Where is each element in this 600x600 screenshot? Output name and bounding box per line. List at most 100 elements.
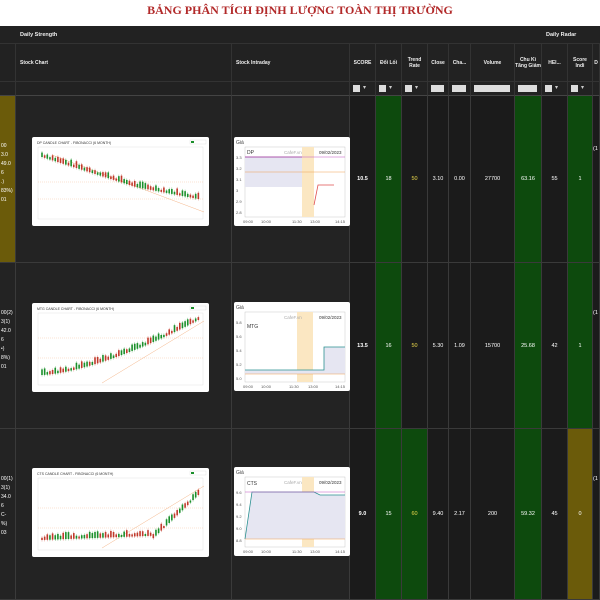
xtick: 09:00 xyxy=(243,219,254,224)
candle xyxy=(75,362,78,370)
candle xyxy=(123,348,125,355)
xtick: 14:15 xyxy=(335,219,346,224)
col-header-stock-chart[interactable]: Stock Chart xyxy=(16,44,232,82)
candle-chart-title: MTG CANDLE CHART - FIBONACCI (6 MONTH) xyxy=(37,307,114,311)
candle xyxy=(141,342,144,347)
intraday-symbol: CTS xyxy=(247,481,258,487)
intraday-chart[interactable]: Giá CTS CafeF.vn 09/02/2023 9.6 9.4 9.2 … xyxy=(234,467,350,556)
filter-checkbox[interactable] xyxy=(545,85,552,92)
filter-trend-rate[interactable]: ▾ xyxy=(402,82,428,96)
xtick: 10:00 xyxy=(261,384,272,389)
change-cell: 0.00 xyxy=(449,96,471,263)
candle xyxy=(126,349,128,354)
candle xyxy=(144,183,147,189)
col-header-stock-intraday[interactable]: Stock Intraday xyxy=(232,44,350,82)
candle xyxy=(149,337,152,344)
filter-input[interactable] xyxy=(452,85,466,92)
candle xyxy=(110,176,112,180)
filter-input[interactable] xyxy=(518,85,537,92)
candle-chart[interactable]: DP CANDLE CHART - FIBONACCI (6 MONTH) xyxy=(32,137,209,226)
candle xyxy=(139,344,141,348)
filter-dropdown-icon[interactable]: ▾ xyxy=(415,84,418,91)
col-header-doi-loi[interactable]: Đổi Lối xyxy=(376,44,402,82)
filter-score-indi[interactable]: ▾ xyxy=(568,82,593,96)
candle xyxy=(110,530,112,538)
filter-checkbox[interactable] xyxy=(379,85,386,92)
candle xyxy=(184,191,186,197)
filter-input[interactable] xyxy=(431,85,444,92)
col-header-left xyxy=(0,44,16,82)
price-area xyxy=(324,347,345,374)
intraday-ylabel: Giá xyxy=(236,140,244,146)
col-header-score-indi[interactable]: Score Indi xyxy=(568,44,593,82)
col-header-close[interactable]: Close xyxy=(428,44,449,82)
candle xyxy=(118,350,120,357)
stock-chart-cell: CTS CANDLE CHART - FIBONACCI (6 MONTH) xyxy=(16,429,232,600)
candle xyxy=(131,344,133,351)
candle xyxy=(192,320,194,323)
filter-change[interactable] xyxy=(449,82,471,96)
filter-left xyxy=(0,82,16,96)
filter-chu-ki[interactable] xyxy=(515,82,542,96)
intraday-watermark: CafeF.vn xyxy=(284,480,302,485)
candle xyxy=(189,194,192,198)
filter-dropdown-icon[interactable]: ▾ xyxy=(363,84,366,91)
col-header-score[interactable]: SCORE xyxy=(350,44,376,82)
candle xyxy=(110,353,112,359)
close-cell: 5.30 xyxy=(428,263,449,429)
filter-checkbox[interactable] xyxy=(405,85,412,92)
candle xyxy=(176,510,178,516)
candle xyxy=(80,361,83,368)
col-header-volume[interactable]: Volume xyxy=(471,44,515,82)
candle xyxy=(120,175,123,183)
intraday-chart[interactable]: Giá DP CafeF.vn 09/02/2023 3.3 3.2 3.1 3… xyxy=(234,137,350,226)
col-header-hei[interactable]: HEI... xyxy=(542,44,568,82)
candle xyxy=(152,335,155,342)
filter-input[interactable] xyxy=(474,85,510,92)
candle xyxy=(49,157,51,160)
filter-hei[interactable]: ▾ xyxy=(542,82,568,96)
candle xyxy=(99,533,102,538)
filter-dropdown-icon[interactable]: ▾ xyxy=(555,84,558,91)
candle xyxy=(102,533,104,538)
candle xyxy=(157,528,160,534)
candle xyxy=(83,362,86,368)
candle-chart[interactable]: MTG CANDLE CHART - FIBONACCI (6 MONTH) xyxy=(32,303,209,392)
candle xyxy=(123,531,125,537)
score-indi-cell: 1 xyxy=(568,96,593,263)
hei-cell: 45 xyxy=(542,429,568,600)
candle xyxy=(41,152,43,157)
filter-doi-loi[interactable]: ▾ xyxy=(376,82,402,96)
filter-close[interactable] xyxy=(428,82,449,96)
filter-dropdown-icon[interactable]: ▾ xyxy=(389,84,392,91)
xtick: 09:00 xyxy=(243,384,254,389)
candle xyxy=(91,533,94,539)
ytick: 2.8 xyxy=(236,210,242,215)
candle xyxy=(189,500,192,503)
candle xyxy=(136,183,139,188)
candle-chart[interactable]: CTS CANDLE CHART - FIBONACCI (6 MONTH) xyxy=(32,468,209,557)
col-header-chu-ki[interactable]: Chu Kì Tăng Giảm xyxy=(515,44,542,82)
xtick: 10:00 xyxy=(261,219,272,224)
candle xyxy=(94,170,96,174)
col-header-d[interactable]: D xyxy=(593,44,600,82)
candle xyxy=(173,191,176,195)
col-header-trend-rate[interactable]: Trend Rate xyxy=(402,44,428,82)
candle xyxy=(139,531,141,537)
candle xyxy=(80,164,83,170)
candle xyxy=(107,356,110,360)
candle xyxy=(49,371,51,375)
stock-intraday-cell: Giá CTS CafeF.vn 09/02/2023 9.6 9.4 9.2 … xyxy=(232,429,350,600)
filter-score[interactable]: ▾ xyxy=(350,82,376,96)
filter-volume[interactable] xyxy=(471,82,515,96)
candle xyxy=(83,167,86,171)
filter-checkbox[interactable] xyxy=(571,85,578,92)
filter-dropdown-icon[interactable]: ▾ xyxy=(581,84,584,91)
filter-checkbox[interactable] xyxy=(353,85,360,92)
candle xyxy=(181,504,184,511)
intraday-chart[interactable]: Giá MTG CafeF.vn 09/02/2023 5.8 5.6 5.4 … xyxy=(234,302,350,391)
candle xyxy=(96,356,99,364)
candle xyxy=(41,537,43,540)
col-header-change[interactable]: Cha... xyxy=(449,44,471,82)
intraday-symbol: DP xyxy=(247,150,255,156)
